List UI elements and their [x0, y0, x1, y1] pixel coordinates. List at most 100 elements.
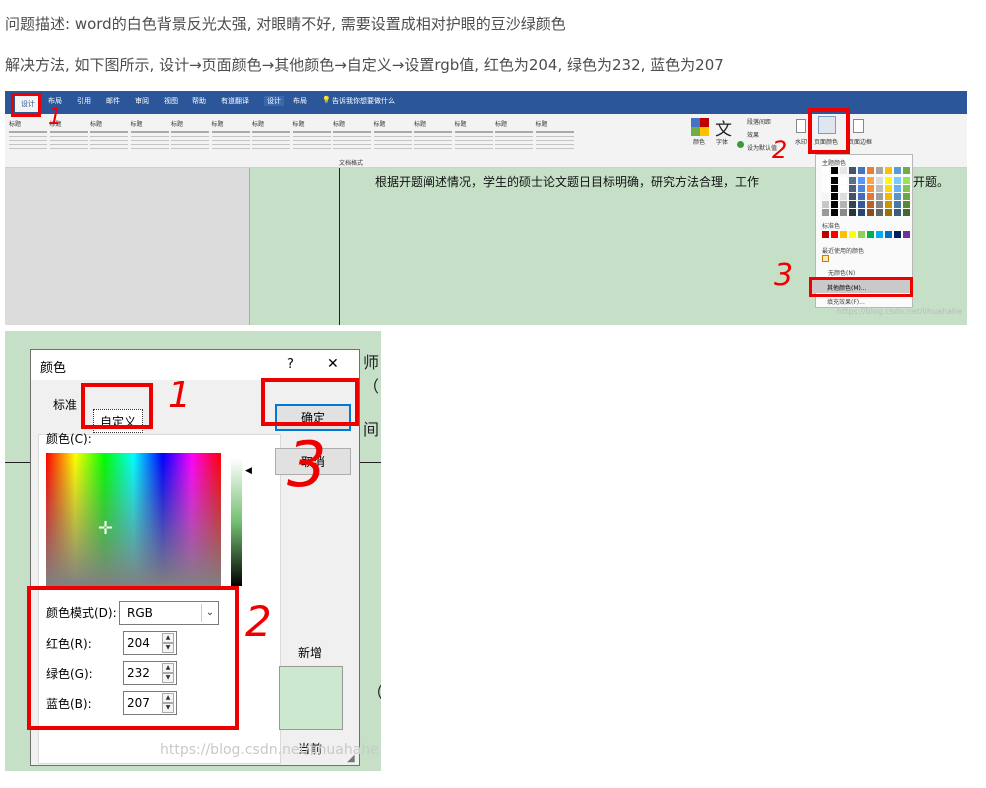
theme-color-swatch[interactable]: [876, 167, 883, 174]
theme-color-swatch[interactable]: [885, 167, 892, 174]
theme-color-swatch[interactable]: [894, 177, 901, 184]
theme-color-swatch[interactable]: [903, 201, 910, 208]
theme-color-swatch[interactable]: [903, 167, 910, 174]
theme-color-swatch[interactable]: [885, 185, 892, 192]
tab-review[interactable]: 审阅: [135, 96, 149, 106]
style-set-thumbnail[interactable]: 标题: [535, 119, 574, 157]
recent-color-swatch[interactable]: [822, 255, 829, 262]
page-border-button[interactable]: 页面边框: [848, 137, 872, 146]
standard-color-swatch[interactable]: [840, 231, 847, 238]
luminance-slider[interactable]: [231, 458, 242, 586]
style-set-thumbnail[interactable]: 标题: [414, 119, 452, 157]
theme-color-swatch[interactable]: [831, 193, 838, 200]
theme-color-swatch[interactable]: [867, 167, 874, 174]
theme-color-swatch[interactable]: [849, 193, 856, 200]
standard-color-swatch[interactable]: [885, 231, 892, 238]
theme-color-swatch[interactable]: [894, 209, 901, 216]
standard-color-swatch[interactable]: [894, 231, 901, 238]
theme-color-swatch[interactable]: [831, 185, 838, 192]
color-spectrum[interactable]: [46, 453, 221, 586]
theme-color-swatch[interactable]: [822, 167, 829, 174]
theme-color-swatch[interactable]: [858, 185, 865, 192]
theme-color-swatch[interactable]: [858, 177, 865, 184]
fill-effects-item[interactable]: 填充效果(F)...: [827, 297, 865, 306]
theme-color-swatch[interactable]: [822, 209, 829, 216]
standard-color-swatch[interactable]: [858, 231, 865, 238]
theme-color-swatch[interactable]: [840, 185, 847, 192]
theme-color-swatch[interactable]: [894, 185, 901, 192]
theme-color-swatch[interactable]: [867, 209, 874, 216]
theme-color-swatch[interactable]: [831, 177, 838, 184]
standard-color-swatch[interactable]: [867, 231, 874, 238]
theme-color-swatch[interactable]: [840, 177, 847, 184]
help-button[interactable]: ?: [287, 357, 294, 372]
theme-color-swatch[interactable]: [840, 201, 847, 208]
tab-table-design[interactable]: 设计: [264, 96, 284, 106]
tab-help[interactable]: 帮助: [192, 96, 206, 106]
theme-color-swatch[interactable]: [876, 177, 883, 184]
tab-references[interactable]: 引用: [77, 96, 91, 106]
theme-color-swatch[interactable]: [876, 193, 883, 200]
theme-color-swatch[interactable]: [885, 193, 892, 200]
theme-color-swatch[interactable]: [903, 209, 910, 216]
page-border-icon[interactable]: [853, 119, 864, 133]
style-set-thumbnail[interactable]: 标题: [292, 119, 331, 157]
tell-me-box[interactable]: 告诉我你想要做什么: [332, 96, 395, 106]
theme-color-swatch[interactable]: [867, 185, 874, 192]
no-color-item[interactable]: 无颜色(N): [828, 268, 855, 277]
style-set-thumbnail[interactable]: 标题: [333, 119, 371, 157]
colors-icon[interactable]: [691, 118, 709, 136]
theme-color-swatch[interactable]: [876, 185, 883, 192]
tab-mailings[interactable]: 邮件: [106, 96, 120, 106]
watermark-icon[interactable]: [796, 119, 806, 133]
slider-arrow-icon[interactable]: ◀: [245, 466, 252, 476]
effects-button[interactable]: 效果: [747, 130, 759, 139]
theme-color-swatch[interactable]: [840, 193, 847, 200]
theme-color-swatch[interactable]: [822, 193, 829, 200]
theme-color-swatch[interactable]: [858, 209, 865, 216]
theme-color-swatch[interactable]: [849, 201, 856, 208]
theme-color-swatch[interactable]: [849, 177, 856, 184]
style-set-thumbnail[interactable]: 标题: [130, 119, 169, 157]
theme-color-swatch[interactable]: [822, 201, 829, 208]
theme-color-swatch[interactable]: [867, 193, 874, 200]
paragraph-spacing-button[interactable]: 段落间距: [747, 117, 771, 126]
theme-color-swatch[interactable]: [849, 185, 856, 192]
tab-youdao[interactable]: 有道翻译: [221, 96, 249, 106]
standard-color-swatch[interactable]: [849, 231, 856, 238]
theme-color-swatch[interactable]: [840, 167, 847, 174]
tab-table-layout[interactable]: 布局: [293, 96, 307, 106]
standard-color-swatch[interactable]: [831, 231, 838, 238]
style-set-thumbnail[interactable]: 标题: [90, 119, 128, 157]
theme-color-swatch[interactable]: [867, 177, 874, 184]
theme-color-swatch[interactable]: [885, 209, 892, 216]
theme-color-swatch[interactable]: [903, 177, 910, 184]
theme-color-swatch[interactable]: [822, 177, 829, 184]
standard-color-swatch[interactable]: [876, 231, 883, 238]
theme-color-swatch[interactable]: [894, 193, 901, 200]
theme-color-swatch[interactable]: [858, 193, 865, 200]
theme-color-swatch[interactable]: [876, 209, 883, 216]
theme-color-swatch[interactable]: [831, 201, 838, 208]
theme-color-swatch[interactable]: [831, 209, 838, 216]
theme-color-swatch[interactable]: [822, 185, 829, 192]
theme-color-swatch[interactable]: [885, 201, 892, 208]
tab-view[interactable]: 视图: [164, 96, 178, 106]
theme-color-swatch[interactable]: [903, 193, 910, 200]
theme-color-swatch[interactable]: [831, 167, 838, 174]
theme-color-swatch[interactable]: [858, 201, 865, 208]
theme-color-swatch[interactable]: [840, 209, 847, 216]
theme-color-swatch[interactable]: [876, 201, 883, 208]
theme-color-swatch[interactable]: [894, 167, 901, 174]
theme-color-swatch[interactable]: [849, 167, 856, 174]
style-set-thumbnail[interactable]: 标题: [171, 119, 209, 157]
theme-color-swatch[interactable]: [894, 201, 901, 208]
style-set-thumbnail[interactable]: 标题: [373, 119, 412, 157]
theme-color-swatch[interactable]: [858, 167, 865, 174]
standard-color-swatch[interactable]: [822, 231, 829, 238]
theme-color-swatch[interactable]: [885, 177, 892, 184]
theme-color-swatch[interactable]: [867, 201, 874, 208]
style-set-thumbnail[interactable]: 标题: [9, 119, 47, 157]
style-set-thumbnail[interactable]: 标题: [495, 119, 533, 157]
style-set-thumbnail[interactable]: 标题: [252, 119, 290, 157]
